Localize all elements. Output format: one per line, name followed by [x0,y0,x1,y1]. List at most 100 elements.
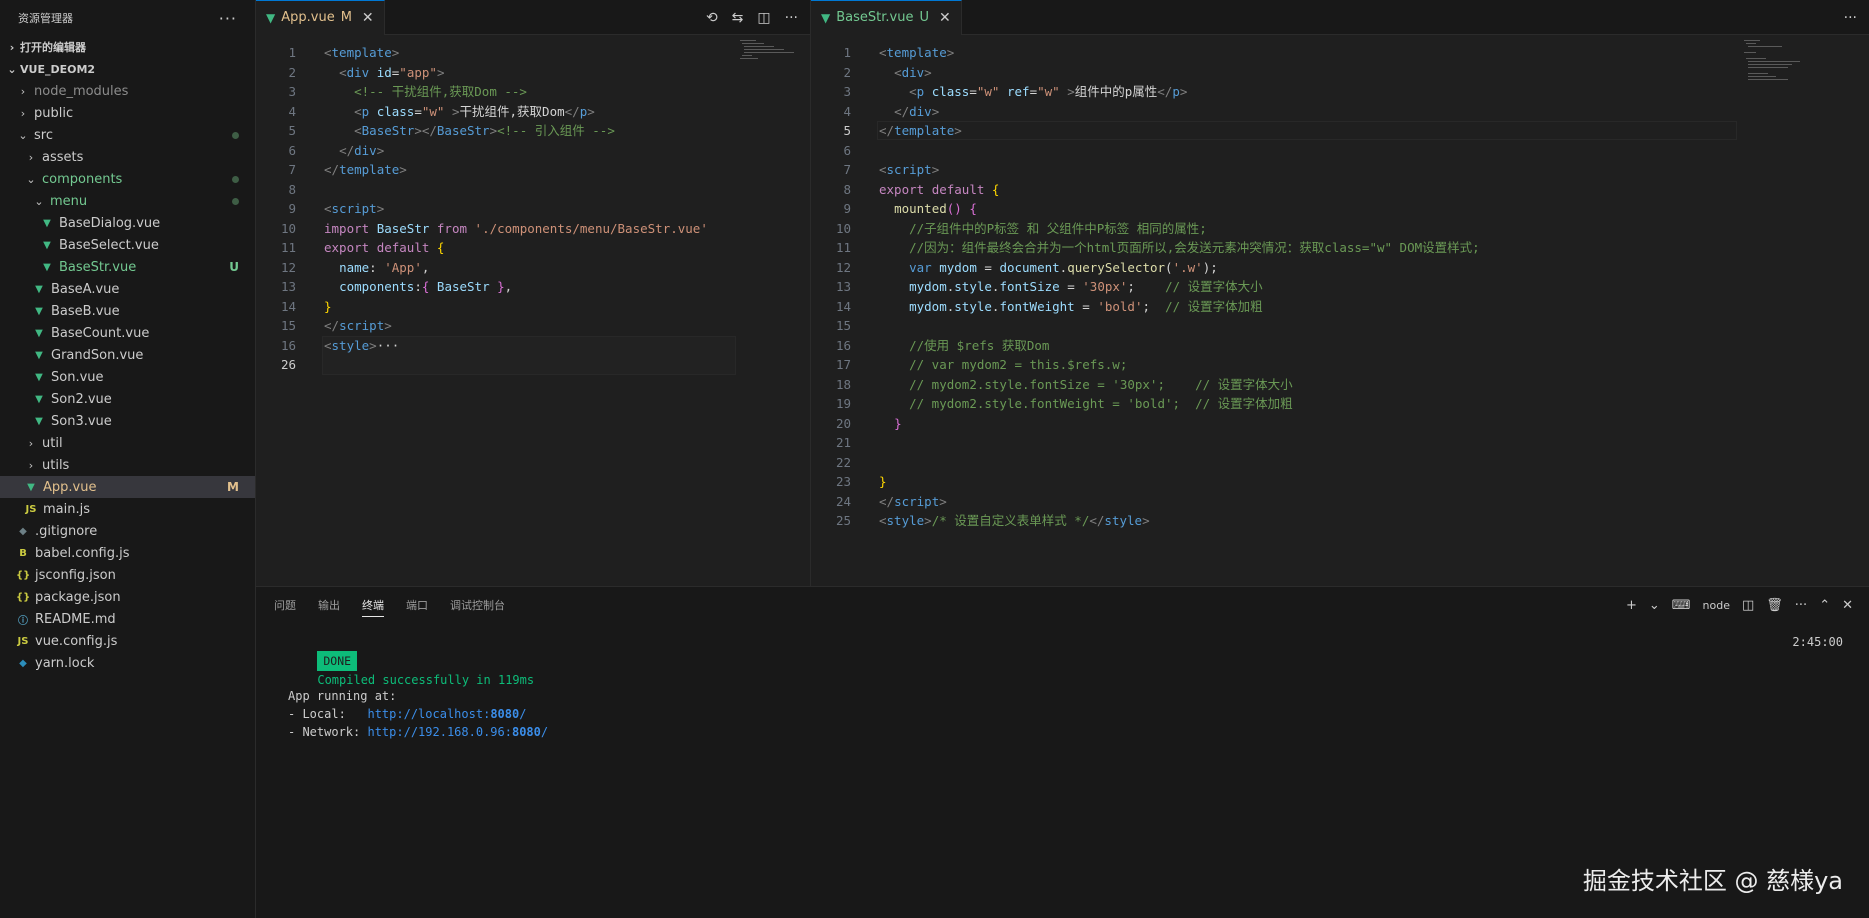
tree-file[interactable]: ▼ Son3.vue [0,410,255,432]
network-url[interactable]: http://192.168.0.96: [367,725,512,739]
tree-file[interactable]: JS vue.config.js [0,630,255,652]
code-line[interactable]: <p class="w" >干扰组件,获取Dom</p> [324,102,595,121]
close-icon[interactable]: ✕ [362,10,374,26]
left-minimap[interactable] [738,38,798,98]
more-actions-icon[interactable]: ··· [1795,598,1807,613]
code-line[interactable]: <script> [324,199,384,218]
code-line[interactable]: mydom.style.fontSize = '30px'; // 设置字体大小 [879,277,1263,296]
code-line[interactable]: </template> [324,160,407,179]
tree-file[interactable]: ▼ BaseStr.vue U [0,256,255,278]
right-minimap[interactable] [1742,38,1802,98]
network-port[interactable]: 8080 [512,725,541,739]
tree-file[interactable]: Bbabel.config.js [0,542,255,564]
tree-folder[interactable]: › public [0,102,255,124]
tree-folder[interactable]: ⌄ src [0,124,255,146]
close-icon[interactable]: ✕ [1842,598,1853,613]
local-slash[interactable]: / [519,707,526,721]
code-line[interactable]: // var mydom2 = this.$refs.w; [879,355,1127,374]
code-line[interactable]: <div> [879,63,932,82]
tree-folder[interactable]: ⌄ components [0,168,255,190]
tree-file[interactable]: ▼ Son2.vue [0,388,255,410]
tree-file[interactable]: ◆ .gitignore [0,520,255,542]
tree-file[interactable]: JS main.js [0,498,255,520]
code-line[interactable]: <style>··· [324,336,399,355]
code-line[interactable]: mydom.style.fontWeight = 'bold'; // 设置字体… [879,297,1263,316]
code-line[interactable]: //使用 $refs 获取Dom [879,336,1049,355]
code-line[interactable]: //子组件中的P标签 和 父组件中P标签 相同的属性; [879,219,1207,238]
code-line[interactable]: <!-- 干扰组件,获取Dom --> [324,82,527,101]
code-line[interactable]: } [879,472,887,491]
tree-file[interactable]: ▼ BaseA.vue [0,278,255,300]
code-line[interactable]: <style>/* 设置自定义表单样式 */</style> [879,511,1150,530]
close-icon[interactable]: ✕ [939,10,951,26]
code-line[interactable]: //因为：组件最终会合并为一个html页面所以,会发送元素冲突情况：获取clas… [879,238,1480,257]
code-line[interactable]: </script> [879,492,947,511]
panel-tab[interactable]: 输出 [318,597,340,613]
history-icon[interactable]: ⟲ [706,10,718,26]
tree-file[interactable]: ▼ BaseB.vue [0,300,255,322]
code-line[interactable]: <BaseStr></BaseStr><!-- 引入组件 --> [324,121,615,140]
terminal-output[interactable]: DONE Compiled successfully in 119ms App … [274,633,548,741]
tree-file[interactable]: ▼ BaseDialog.vue [0,212,255,234]
open-editors-section[interactable]: › 打开的编辑器 [0,36,255,58]
tree-file[interactable]: ▼ GrandSon.vue [0,344,255,366]
code-line[interactable]: // mydom2.style.fontWeight = 'bold'; // … [879,394,1293,413]
new-terminal-icon[interactable]: + [1626,598,1637,613]
local-url[interactable]: http://localhost: [367,707,490,721]
tree-file[interactable]: ▼ BaseCount.vue [0,322,255,344]
left-code-editor[interactable]: 1 <template> 2 <div id="app"> 3 <!-- 干扰组件,获… [256,35,810,586]
right-code-editor[interactable]: 1 <template> 2 <div> 3 <p class="w" ref="w"… [811,35,1869,586]
local-port[interactable]: 8080 [490,707,519,721]
tree-file[interactable]: ▼ BaseSelect.vue [0,234,255,256]
explorer-more-icon[interactable]: ··· [219,9,237,28]
tree-file[interactable]: {} package.json [0,586,255,608]
tree-folder[interactable]: › utils [0,454,255,476]
tree-file[interactable]: ⓘ README.md [0,608,255,630]
running-label: App running at: [288,689,397,703]
more-actions-icon[interactable]: ··· [785,10,798,26]
split-editor-icon[interactable]: ◫ [757,10,770,26]
code-line[interactable]: </div> [879,102,939,121]
code-line[interactable]: } [879,414,902,433]
code-line[interactable]: <script> [879,160,939,179]
tree-folder[interactable]: › node_modules [0,80,255,102]
code-line[interactable]: </div> [324,141,384,160]
tree-file[interactable]: {} jsconfig.json [0,564,255,586]
more-actions-icon[interactable]: ··· [1844,10,1857,26]
code-line[interactable]: export default { [879,180,999,199]
code-line[interactable]: import BaseStr from './components/menu/B… [324,219,708,238]
code-line[interactable]: <template> [879,43,954,62]
panel-tab[interactable]: 调试控制台 [450,597,505,613]
panel-tab[interactable]: 端口 [406,597,428,613]
panel-tab[interactable]: 问题 [274,597,296,613]
project-section[interactable]: ⌄ VUE_DEOM2 [0,58,255,80]
code-line[interactable]: <template> [324,43,399,62]
code-line[interactable]: // mydom2.style.fontSize = '30px'; // 设置… [879,375,1293,394]
code-line[interactable]: </template> [879,121,962,140]
code-line[interactable]: name: 'App', [324,258,429,277]
code-line[interactable]: <div id="app"> [324,63,444,82]
chevron-down-icon[interactable]: ⌄ [1649,598,1660,613]
network-slash[interactable]: / [541,725,548,739]
split-terminal-icon[interactable]: ◫ [1742,598,1754,613]
maximize-panel-icon[interactable]: ⌃ [1819,598,1830,613]
code-line[interactable]: components:{ BaseStr }, [324,277,512,296]
code-line[interactable]: </script> [324,316,392,335]
tab-basestr-vue[interactable]: ▼ BaseStr.vue U ✕ [811,0,962,35]
code-line[interactable]: } [324,297,332,316]
compare-icon[interactable]: ⇆ [732,10,744,26]
tree-folder[interactable]: › util [0,432,255,454]
tree-file[interactable]: ◆ yarn.lock [0,652,255,674]
panel-tab[interactable]: 终端 [362,593,384,617]
tree-folder[interactable]: › assets [0,146,255,168]
tree-folder[interactable]: ⌄ menu [0,190,255,212]
code-line[interactable]: var mydom = document.querySelector('.w')… [879,258,1218,277]
code-line[interactable]: export default { [324,238,444,257]
code-line[interactable]: <p class="w" ref="w" >组件中的p属性</p> [879,82,1187,101]
tab-app-vue[interactable]: ▼ App.vue M ✕ [256,0,385,35]
code-line[interactable]: mounted() { [879,199,977,218]
tree-file[interactable]: ▼ App.vue M [0,476,255,498]
trash-icon[interactable]: 🗑 [1766,598,1783,613]
tree-file[interactable]: ▼ Son.vue [0,366,255,388]
terminal-shell-name[interactable]: node [1703,599,1730,612]
